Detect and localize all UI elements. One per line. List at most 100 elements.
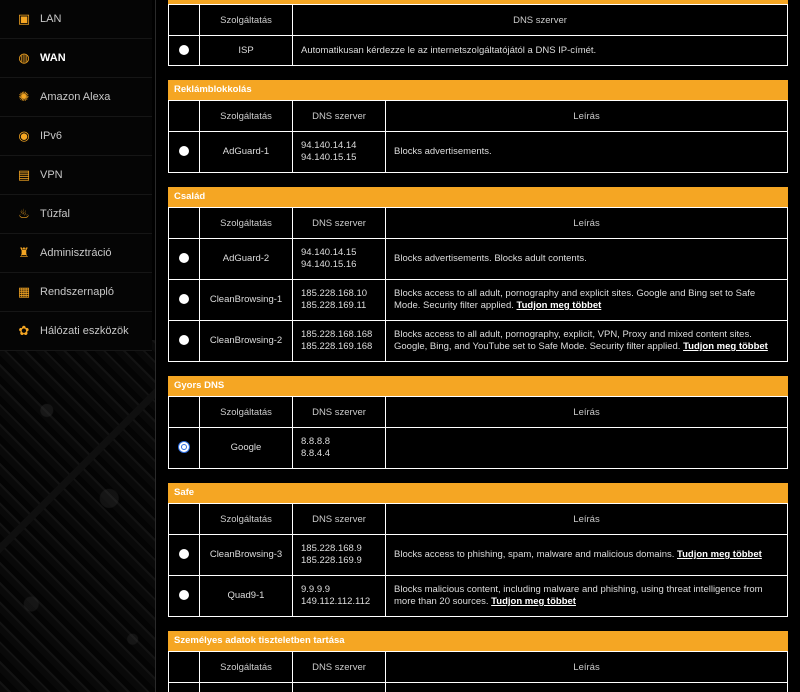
service-name: Quad9-1	[199, 575, 293, 617]
isp-table: Szolgáltatás DNS szerver ISP Automatikus…	[168, 4, 788, 66]
dns-column-header: DNS szerver	[292, 100, 386, 132]
sidebar-item-ipv6[interactable]: ◉ IPv6	[0, 117, 152, 156]
description-text: Blocks advertisements.	[394, 146, 492, 157]
dns-servers: 8.8.8.8 8.8.4.4	[292, 427, 386, 469]
sidebar-nav: ▣ LAN ◍ WAN ✺ Amazon Alexa ◉ IPv6 ▤ VPN ♨ Tűzfal ♜ Ad…	[0, 0, 155, 351]
learn-more-link[interactable]: Tudjon meg többet	[683, 341, 768, 352]
service-column-header: Szolgáltatás	[199, 207, 293, 239]
sidebar: ▣ LAN ◍ WAN ✺ Amazon Alexa ◉ IPv6 ▤ VPN ♨ Tűzfal ♜ Ad…	[0, 0, 156, 692]
dns-radio-cleanbrowsing-2[interactable]	[179, 335, 189, 346]
section-safe: Safe Szolgáltatás DNS szerver Leírás CleanBr…	[168, 483, 788, 617]
radio-cell	[168, 131, 200, 173]
dns-secondary: 185.228.169.168	[301, 341, 373, 352]
dns-radio-quad9-1[interactable]	[179, 590, 189, 601]
dns-servers: 9.9.9.11	[292, 682, 386, 692]
dns-radio-cleanbrowsing-1[interactable]	[179, 294, 189, 305]
sidebar-item-adminisztracio[interactable]: ♜ Adminisztráció	[0, 234, 152, 273]
description-column-header: Leírás	[385, 396, 788, 428]
syslog-icon: ▦	[17, 284, 31, 299]
sidebar-item-label: WAN	[40, 52, 66, 64]
table-row[interactable]: AdGuard-1 94.140.14.14 94.140.15.15 Blocks …	[168, 131, 788, 173]
vpn-icon: ▤	[17, 167, 31, 182]
sidebar-item-tuzfal[interactable]: ♨ Tűzfal	[0, 195, 152, 234]
table-row[interactable]: Quad9-1 9.9.9.9 149.112.112.112 Blocks mali…	[168, 575, 788, 617]
dns-table: Szolgáltatás DNS szerver Leírás Google 8.8.8…	[168, 396, 788, 469]
lan-icon: ▣	[17, 11, 31, 26]
service-name: AdGuard-2	[199, 238, 293, 280]
sidebar-item-halozati-eszkozok[interactable]: ✿ Hálózati eszközök	[0, 312, 152, 351]
table-row[interactable]: CleanBrowsing-1 185.228.168.10 185.228.169…	[168, 279, 788, 321]
dns-radio-adguard-1[interactable]	[179, 146, 189, 157]
globe-icon: ◍	[18, 50, 30, 65]
dns-column-header: DNS szerver	[292, 651, 386, 683]
dns-servers: 94.140.14.14 94.140.15.15	[292, 131, 386, 173]
sidebar-item-vpn[interactable]: ▤ VPN	[0, 156, 152, 195]
dns-secondary: 149.112.112.112	[301, 596, 371, 607]
sidebar-item-wan[interactable]: ◍ WAN	[0, 39, 152, 78]
admin-icon: ♜	[18, 245, 30, 260]
section-title: Személyes adatok tiszteletben tartása	[168, 631, 788, 651]
dns-column-header: DNS szerver	[292, 396, 386, 428]
learn-more-link[interactable]: Tudjon meg többet	[491, 596, 576, 607]
network-tools-icon: ✿	[18, 323, 30, 338]
radio-cell	[168, 279, 200, 321]
dns-servers: 9.9.9.9 149.112.112.112	[292, 575, 386, 617]
dns-secondary: 94.140.15.16	[301, 259, 357, 270]
radio-column-header	[168, 396, 200, 428]
table-row[interactable]: CleanBrowsing-2 185.228.168.168 185.228.16…	[168, 320, 788, 362]
learn-more-link[interactable]: Tudjon meg többet	[517, 300, 602, 311]
dns-primary: 9.9.9.9	[301, 584, 331, 595]
description-column-header: Leírás	[385, 503, 788, 535]
table-row[interactable]: Google 8.8.8.8 8.8.4.4	[168, 427, 788, 469]
radio-column-header	[168, 4, 200, 36]
dns-table: Szolgáltatás DNS szerver Leírás AdGuard-2 94…	[168, 207, 788, 362]
firewall-icon: ♨	[18, 206, 30, 221]
dns-radio-google[interactable]	[179, 442, 189, 453]
dns-primary: 185.228.168.9	[301, 543, 362, 554]
description-column-header: Leírás	[385, 100, 788, 132]
dns-table: SzolgáltatásDNS szerverLeírás9.9.9.11Col…	[168, 651, 788, 692]
isp-description: Automatikusan kérdezze le az internetszo…	[292, 35, 788, 66]
dns-servers: 185.228.168.168 185.228.169.168	[292, 320, 386, 362]
service-name: CleanBrowsing-1	[199, 279, 293, 321]
sidebar-item-amazon-alexa[interactable]: ✺ Amazon Alexa	[0, 78, 152, 117]
sidebar-background-pattern	[0, 340, 155, 692]
description-column-header: Leírás	[385, 207, 788, 239]
dns-secondary: 94.140.15.15	[301, 152, 357, 163]
dns-radio-adguard-2[interactable]	[179, 253, 189, 264]
isp-radio[interactable]	[179, 44, 189, 55]
dns-radio-cleanbrowsing-3[interactable]	[179, 549, 189, 560]
description-text: Blocks malicious content, including malw…	[394, 584, 763, 607]
alexa-icon: ✺	[18, 89, 30, 104]
learn-more-link[interactable]: Tudjon meg többet	[677, 549, 762, 560]
table-row[interactable]: CleanBrowsing-3 185.228.168.9 185.228.169.…	[168, 534, 788, 576]
description-text: Blocks access to phishing, spam, malware…	[394, 549, 675, 560]
description: Collects no information about users, and…	[385, 682, 788, 692]
sidebar-item-lan[interactable]: ▣ LAN	[0, 0, 152, 39]
dns-secondary: 8.8.4.4	[301, 448, 331, 459]
service-name: AdGuard-1	[199, 131, 293, 173]
sidebar-item-label: VPN	[40, 169, 63, 181]
table-row[interactable]: AdGuard-2 94.140.14.15 94.140.15.16 Blocks …	[168, 238, 788, 280]
dns-secondary: 185.228.169.11	[301, 300, 367, 311]
service-column-header: Szolgáltatás	[199, 4, 293, 36]
description-column-header: Leírás	[385, 651, 788, 683]
service-column-header: Szolgáltatás	[199, 396, 293, 428]
isp-service: ISP	[199, 35, 293, 66]
section-reklamblokkolas: Reklámblokkolás Szolgáltatás DNS szerver Le…	[168, 80, 788, 173]
dns-primary: 8.8.8.8	[301, 436, 331, 447]
sidebar-item-rendszernaplo[interactable]: ▦ Rendszernapló	[0, 273, 152, 312]
sidebar-item-label: Adminisztráció	[40, 247, 112, 259]
description: Blocks access to all adult, pornography …	[385, 279, 788, 321]
dns-table: Szolgáltatás DNS szerver Leírás CleanBrowsi…	[168, 503, 788, 617]
description-text: Blocks advertisements. Blocks adult cont…	[394, 253, 587, 264]
section-title: Reklámblokkolás	[168, 80, 788, 100]
dns-servers: 185.228.168.10 185.228.169.11	[292, 279, 386, 321]
sidebar-item-label: Tűzfal	[40, 208, 70, 220]
radio-cell	[168, 238, 200, 280]
dns-primary: 94.140.14.14	[301, 140, 357, 151]
dns-secondary: 185.228.169.9	[301, 555, 362, 566]
description: Blocks advertisements.	[385, 131, 788, 173]
table-row[interactable]: 9.9.9.11Collects no information about us…	[168, 682, 788, 692]
service-name: CleanBrowsing-3	[199, 534, 293, 576]
